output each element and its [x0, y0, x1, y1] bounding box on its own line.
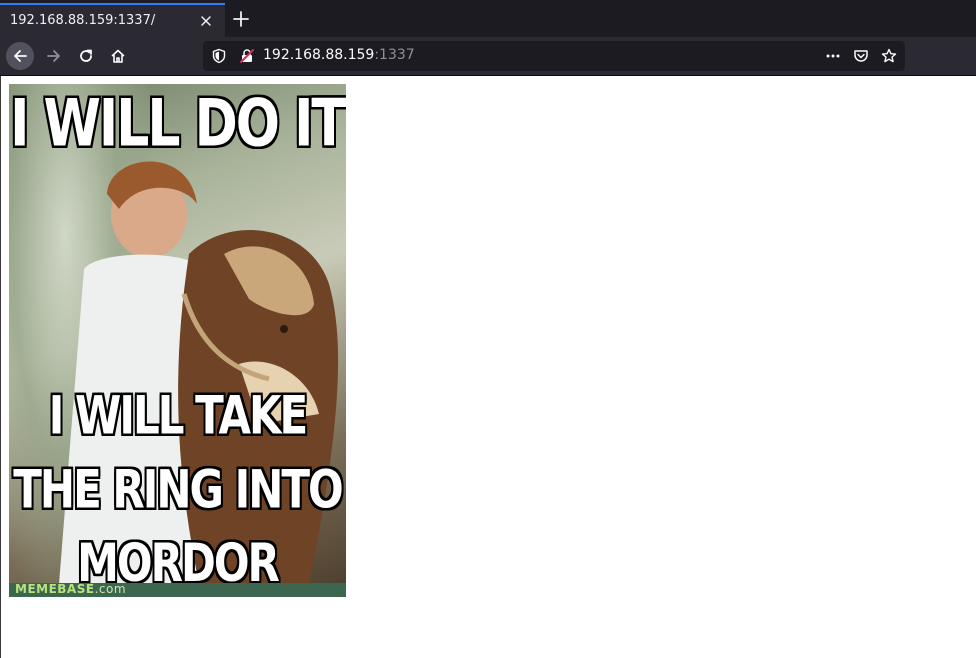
reload-button[interactable]: [72, 42, 100, 70]
insecure-connection-lock-icon[interactable]: [239, 48, 255, 68]
arrow-right-icon: [47, 50, 60, 62]
pocket-icon[interactable]: [851, 46, 871, 66]
meme-top-caption: I WILL DO IT: [10, 86, 346, 162]
url-bar[interactable]: 192.168.88.159:1337: [203, 41, 905, 71]
back-button[interactable]: [6, 42, 34, 70]
meme-watermark: MEMEBASE.com: [15, 582, 126, 596]
meme-watermark-brand: MEMEBASE: [15, 582, 95, 596]
tracking-protection-shield-icon[interactable]: [211, 48, 227, 68]
close-icon[interactable]: [198, 13, 214, 29]
reload-icon: [80, 49, 92, 62]
meme-watermark-bar: MEMEBASE.com: [9, 582, 346, 597]
page-actions-menu-icon[interactable]: [823, 46, 843, 66]
meme-watermark-suffix: .com: [94, 582, 127, 596]
page-viewport: I WILL DO IT I WILL TAKE THE RING INTO M…: [0, 76, 976, 658]
forward-button[interactable]: [40, 42, 68, 70]
meme-image: I WILL DO IT I WILL TAKE THE RING INTO M…: [9, 84, 346, 597]
arrow-left-icon: [14, 50, 27, 62]
url-host: 192.168.88.159: [263, 47, 375, 63]
navigation-toolbar: 192.168.88.159:1337: [0, 37, 976, 76]
url-text[interactable]: 192.168.88.159:1337: [263, 47, 415, 63]
new-tab-icon[interactable]: [232, 10, 250, 28]
tab-strip: 192.168.88.159:1337/: [0, 0, 976, 37]
url-port: :1337: [374, 47, 415, 63]
meme-bottom-caption: I WILL TAKE THE RING INTO MORDOR: [13, 384, 343, 594]
home-button[interactable]: [104, 42, 132, 70]
home-icon: [111, 49, 125, 63]
tab-title: 192.168.88.159:1337/: [10, 13, 156, 28]
bookmark-star-icon[interactable]: [879, 46, 899, 66]
tab-active[interactable]: 192.168.88.159:1337/: [0, 3, 225, 37]
